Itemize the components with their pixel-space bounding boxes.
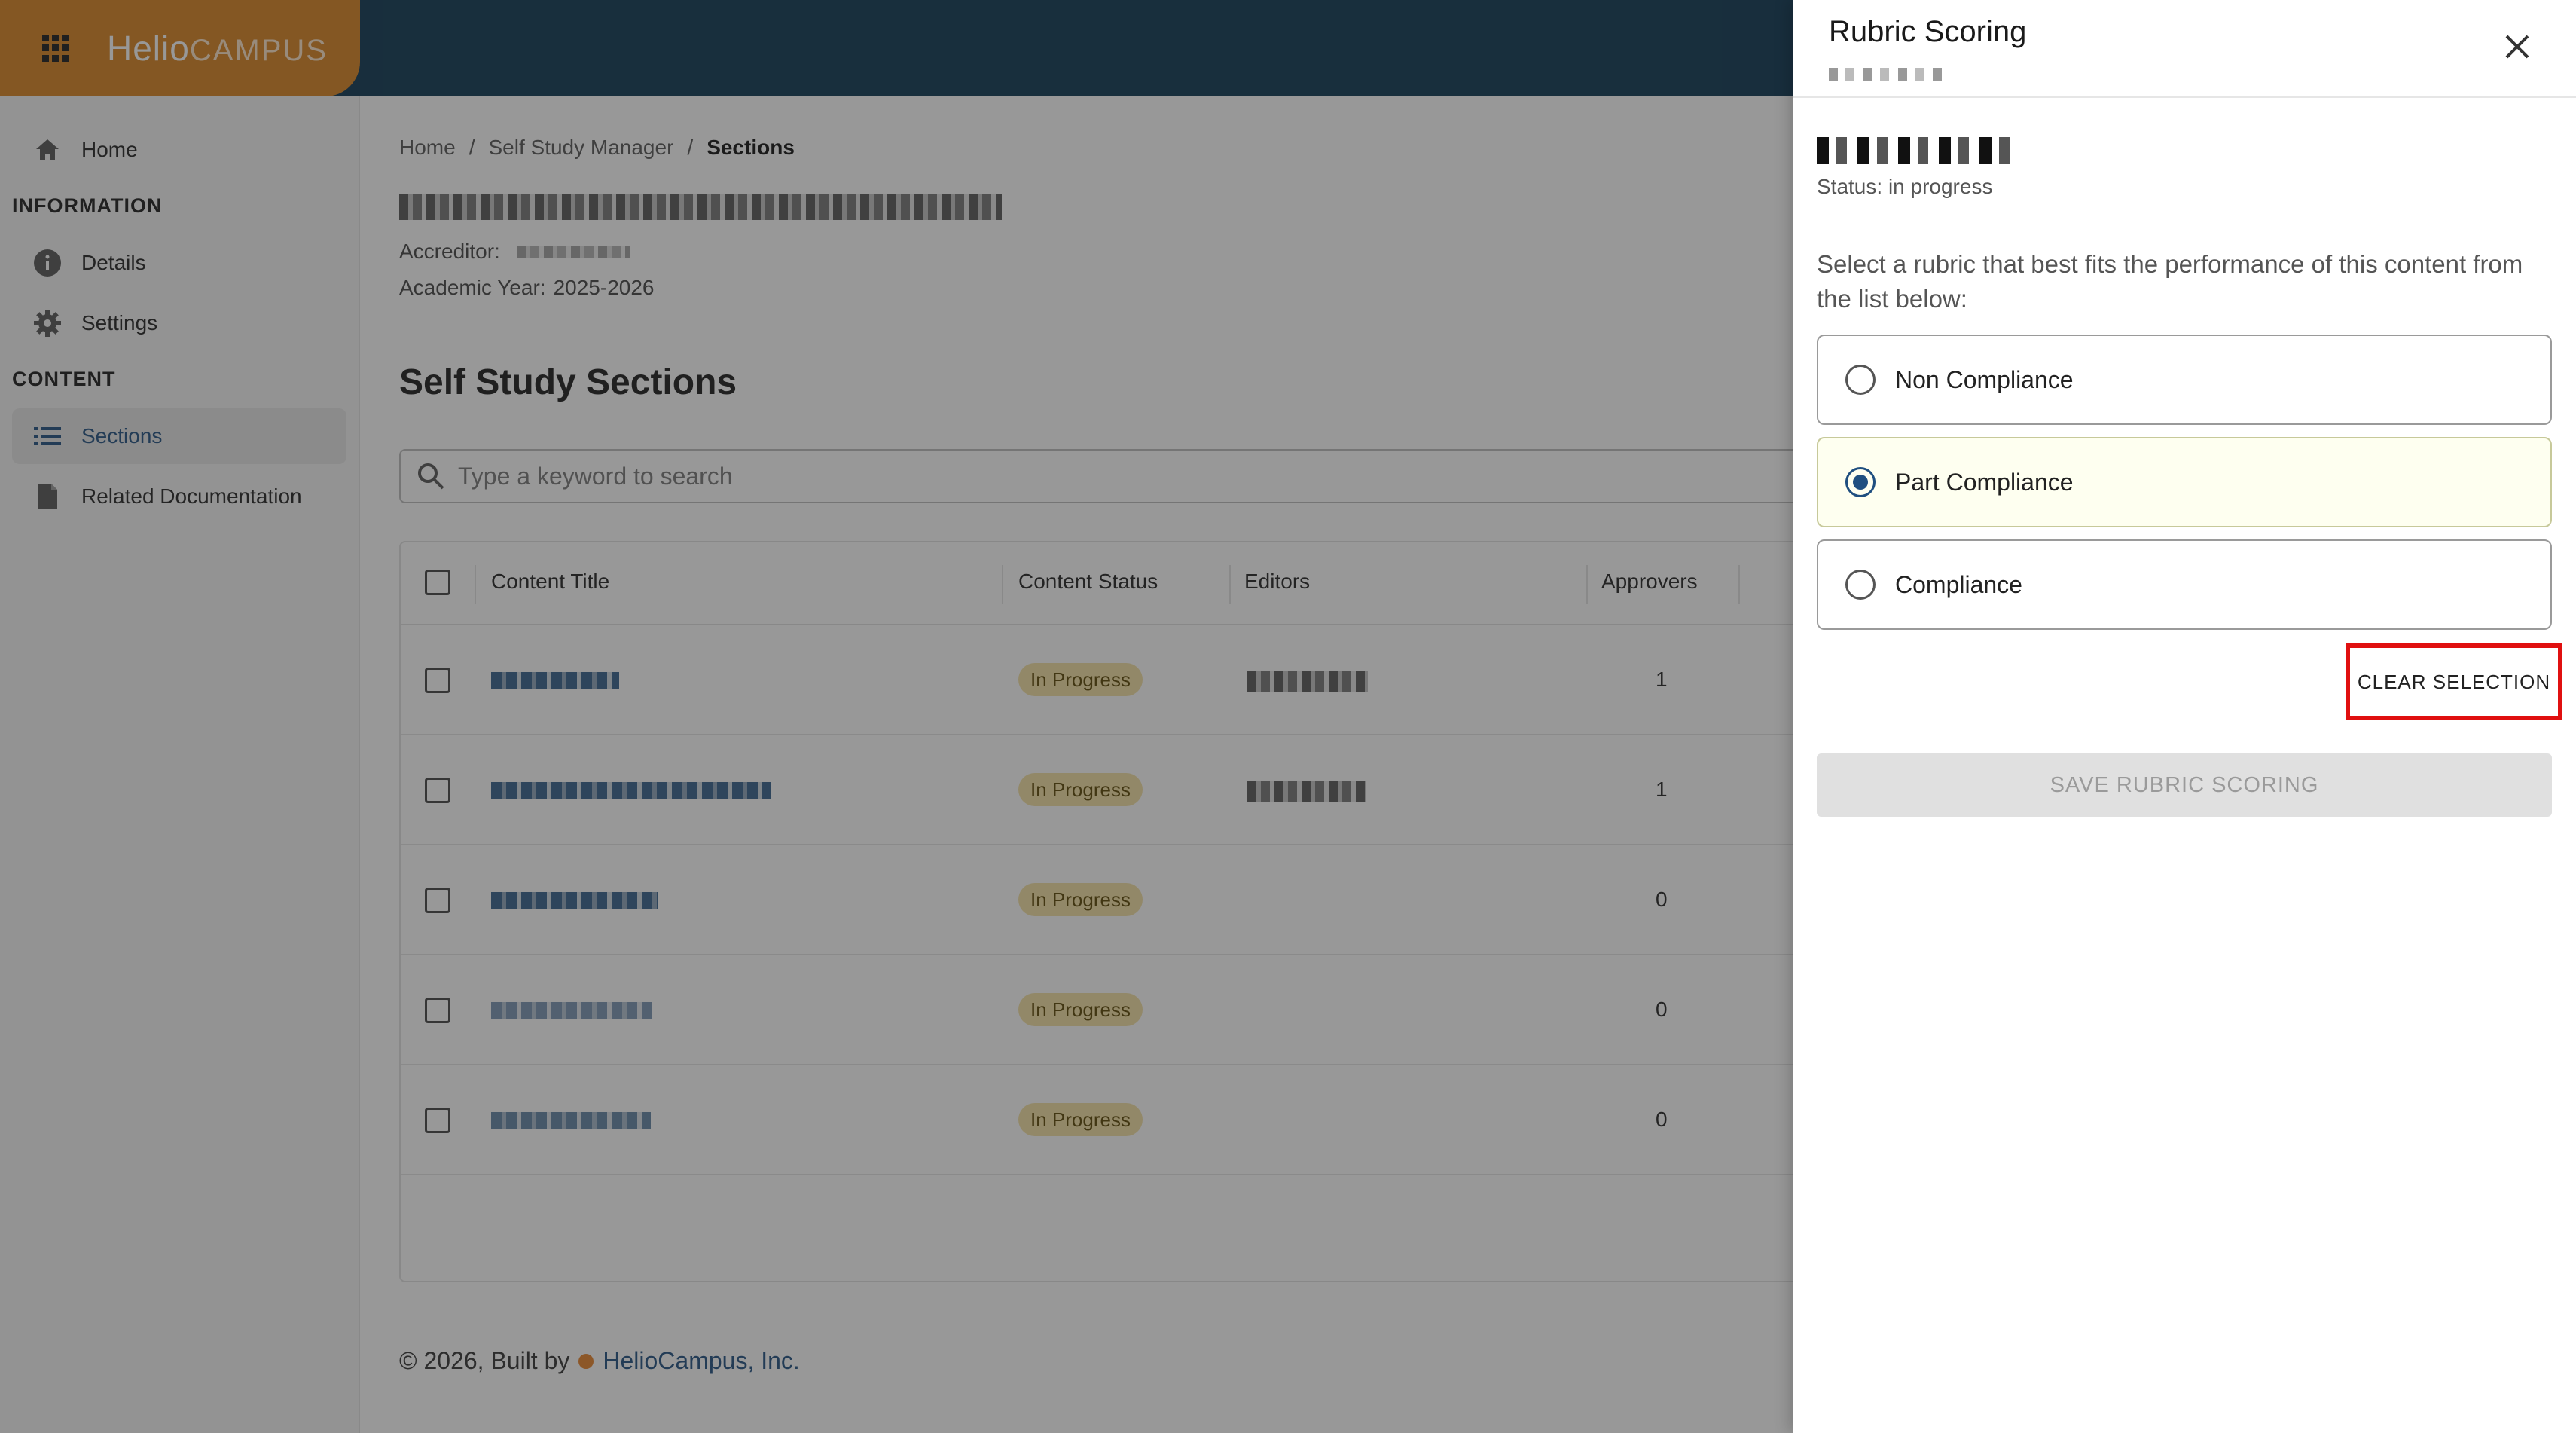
- radio-button[interactable]: [1845, 467, 1876, 497]
- save-rubric-scoring-button[interactable]: SAVE RUBRIC SCORING: [1817, 753, 2552, 817]
- modal-backdrop[interactable]: [0, 0, 1793, 1433]
- rubric-option-label: Non Compliance: [1895, 365, 2074, 393]
- radio-button[interactable]: [1845, 365, 1876, 395]
- close-icon: [2505, 35, 2529, 59]
- rubric-option-compliance[interactable]: Compliance: [1817, 539, 2552, 630]
- rubric-option-part-compliance[interactable]: Part Compliance: [1817, 437, 2552, 527]
- rubric-option-label: Part Compliance: [1895, 468, 2074, 496]
- drawer-subtitle-redacted: [1829, 68, 1942, 81]
- close-button[interactable]: [2501, 30, 2534, 63]
- drawer-title: Rubric Scoring: [1829, 15, 2027, 48]
- rubric-option-label: Compliance: [1895, 570, 2022, 598]
- rubric-instruction: Select a rubric that best fits the perfo…: [1817, 250, 2523, 313]
- clear-selection-highlight: CLEAR SELECTION: [2346, 643, 2562, 720]
- clear-selection-button[interactable]: CLEAR SELECTION: [2358, 671, 2550, 694]
- content-name-redacted: [1817, 137, 2013, 164]
- content-status: Status: in progress: [1817, 175, 1993, 198]
- radio-button[interactable]: [1845, 570, 1876, 600]
- rubric-option-non-compliance[interactable]: Non Compliance: [1817, 335, 2552, 425]
- drawer-header: Rubric Scoring: [1793, 0, 2576, 98]
